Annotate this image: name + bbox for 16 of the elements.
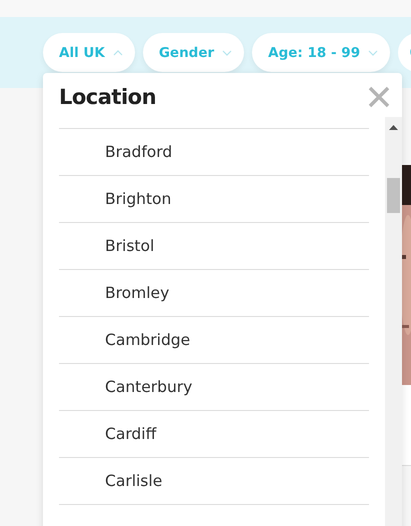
location-option[interactable]: Bradford bbox=[59, 128, 369, 175]
chevron-up-icon bbox=[112, 50, 123, 56]
location-option[interactable]: Brighton bbox=[59, 175, 369, 222]
location-option[interactable]: Cardiff bbox=[59, 410, 369, 457]
panel-title: Location bbox=[59, 85, 156, 109]
location-option[interactable]: Bromley bbox=[59, 269, 369, 316]
location-option[interactable]: Bristol bbox=[59, 222, 369, 269]
location-option[interactable]: Carlisle bbox=[59, 457, 369, 504]
chevron-down-icon bbox=[368, 50, 378, 56]
location-option[interactable]: Cambridge bbox=[59, 316, 369, 363]
close-icon[interactable] bbox=[368, 86, 390, 108]
location-option[interactable]: Canterbury bbox=[59, 363, 369, 410]
chevron-down-icon bbox=[222, 50, 232, 56]
scroll-up-icon[interactable] bbox=[389, 125, 398, 130]
scrollbar-thumb[interactable] bbox=[387, 178, 400, 213]
scrollbar[interactable] bbox=[385, 117, 402, 526]
